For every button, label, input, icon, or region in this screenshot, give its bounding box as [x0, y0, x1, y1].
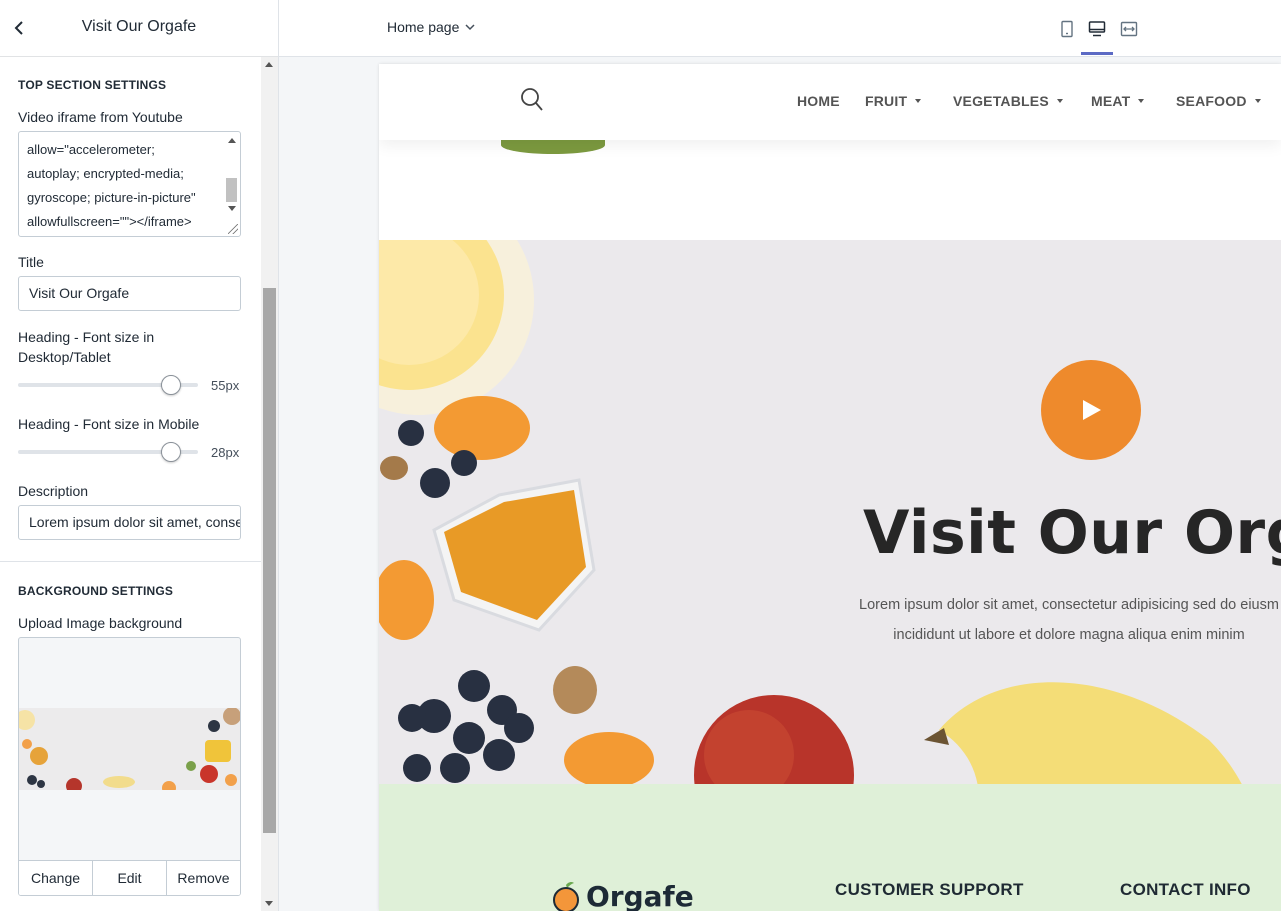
store-preview: HOME FRUIT VEGETABLES MEAT SEAFOOD Visit… [379, 64, 1281, 911]
hero-description: Lorem ipsum dolor sit amet, consectetur … [809, 590, 1281, 650]
mobile-view-icon [1061, 20, 1073, 38]
edit-image-button[interactable]: Edit [93, 861, 167, 895]
caret-down-icon [1056, 99, 1063, 103]
orange-logo-icon [553, 881, 579, 911]
slider-knob[interactable] [161, 375, 181, 395]
nav-item-fruit[interactable]: FRUIT [865, 93, 922, 109]
nav-item-label: MEAT [1091, 93, 1131, 109]
textarea-scrollbar[interactable] [224, 133, 239, 235]
page-selector-label: Home page [387, 19, 460, 35]
page-selector[interactable]: Home page [387, 19, 475, 35]
nav-item-label: SEAFOOD [1176, 93, 1247, 109]
heading-desktop-value: 55px [211, 378, 240, 393]
resize-handle-icon[interactable] [228, 224, 238, 234]
sidebar-header: Visit Our Orgafe [0, 0, 278, 57]
customer-support-heading: CUSTOMER SUPPORT [835, 880, 1024, 899]
top-section-heading: TOP SECTION SETTINGS [18, 78, 167, 92]
chevron-down-icon [465, 23, 475, 30]
heading-mobile-value: 28px [211, 445, 240, 460]
hero-description-line: incididunt ut labore et dolore magna ali… [893, 627, 1245, 643]
nav-item-seafood[interactable]: SEAFOOD [1176, 93, 1261, 109]
scroll-down-arrow-icon[interactable] [228, 206, 236, 211]
description-input[interactable]: Lorem ipsum dolor sit amet, consectetur [18, 505, 241, 540]
scroll-thumb[interactable] [226, 178, 237, 202]
iframe-textarea-value: allow="accelerometer; autoplay; encrypte… [27, 142, 196, 229]
change-image-button[interactable]: Change [19, 861, 93, 895]
caret-down-icon [1254, 99, 1261, 103]
sidebar-scroll-area: TOP SECTION SETTINGS Video iframe from Y… [0, 57, 261, 911]
iframe-textarea[interactable]: allow="accelerometer; autoplay; encrypte… [18, 131, 241, 237]
nav-item-label: VEGETABLES [953, 93, 1049, 109]
play-icon [1083, 400, 1101, 420]
active-view-indicator [1081, 52, 1113, 55]
thumbnail-picture [19, 708, 240, 790]
slider-knob[interactable] [161, 442, 181, 462]
heading-mobile-label: Heading - Font size in Mobile [18, 416, 200, 432]
search-icon[interactable] [520, 87, 544, 113]
store-navigation: HOME FRUIT VEGETABLES MEAT SEAFOOD [379, 64, 1281, 140]
caret-down-icon [915, 99, 922, 103]
scroll-down-arrow-icon[interactable] [265, 901, 273, 906]
store-footer: Orgafe CUSTOMER SUPPORT CONTACT INFO [379, 784, 1281, 911]
editor-toolbar: Home page [279, 0, 1281, 57]
nav-item-vegetables[interactable]: VEGETABLES [953, 93, 1063, 109]
hero-description-line: Lorem ipsum dolor sit amet, consectetur … [859, 597, 1279, 613]
desktop-view-button[interactable] [1081, 14, 1113, 44]
description-label: Description [18, 483, 89, 499]
image-picker: Change Edit Remove [18, 637, 241, 896]
editor-sidebar: Visit Our Orgafe TOP SECTION SETTINGS Vi… [0, 0, 279, 911]
heading-desktop-slider[interactable] [18, 375, 198, 395]
nav-item-meat[interactable]: MEAT [1091, 93, 1145, 109]
fullwidth-view-icon [1120, 21, 1138, 37]
title-label: Title [18, 254, 44, 270]
background-section-heading: BACKGROUND SETTINGS [18, 584, 174, 598]
section-divider [0, 561, 261, 562]
scroll-up-arrow-icon[interactable] [265, 62, 273, 67]
contact-info-heading: CONTACT INFO [1120, 880, 1251, 899]
iframe-label: Video iframe from Youtube [18, 109, 183, 125]
scroll-up-arrow-icon[interactable] [228, 138, 236, 143]
remove-image-button[interactable]: Remove [167, 861, 240, 895]
heading-mobile-slider[interactable] [18, 442, 198, 462]
scroll-thumb[interactable] [263, 288, 276, 833]
image-actions: Change Edit Remove [19, 860, 240, 895]
title-input[interactable]: Visit Our Orgafe [18, 276, 241, 311]
footer-logo[interactable]: Orgafe [550, 880, 694, 911]
heading-desktop-label: Heading - Font size in Desktop/Tablet [18, 329, 155, 365]
caret-down-icon [1138, 99, 1145, 103]
sidebar-title: Visit Our Orgafe [81, 18, 197, 35]
nav-item-home[interactable]: HOME [797, 93, 840, 109]
footer-logo-text: Orgafe [586, 880, 694, 911]
video-hero-section: Visit Our Orgafe Lorem ipsum dolor sit a… [379, 240, 1281, 784]
sidebar-scrollbar[interactable] [261, 57, 278, 911]
nav-item-label: HOME [797, 93, 840, 109]
mobile-view-button[interactable] [1051, 14, 1083, 44]
background-image-thumbnail[interactable] [19, 708, 240, 790]
desktop-view-icon [1088, 21, 1106, 37]
fullwidth-view-button[interactable] [1113, 14, 1145, 44]
play-video-button[interactable] [1041, 360, 1141, 460]
upload-image-label: Upload Image background [18, 615, 183, 631]
nav-item-label: FRUIT [865, 93, 908, 109]
hero-title: Visit Our Orgafe [863, 498, 1281, 568]
